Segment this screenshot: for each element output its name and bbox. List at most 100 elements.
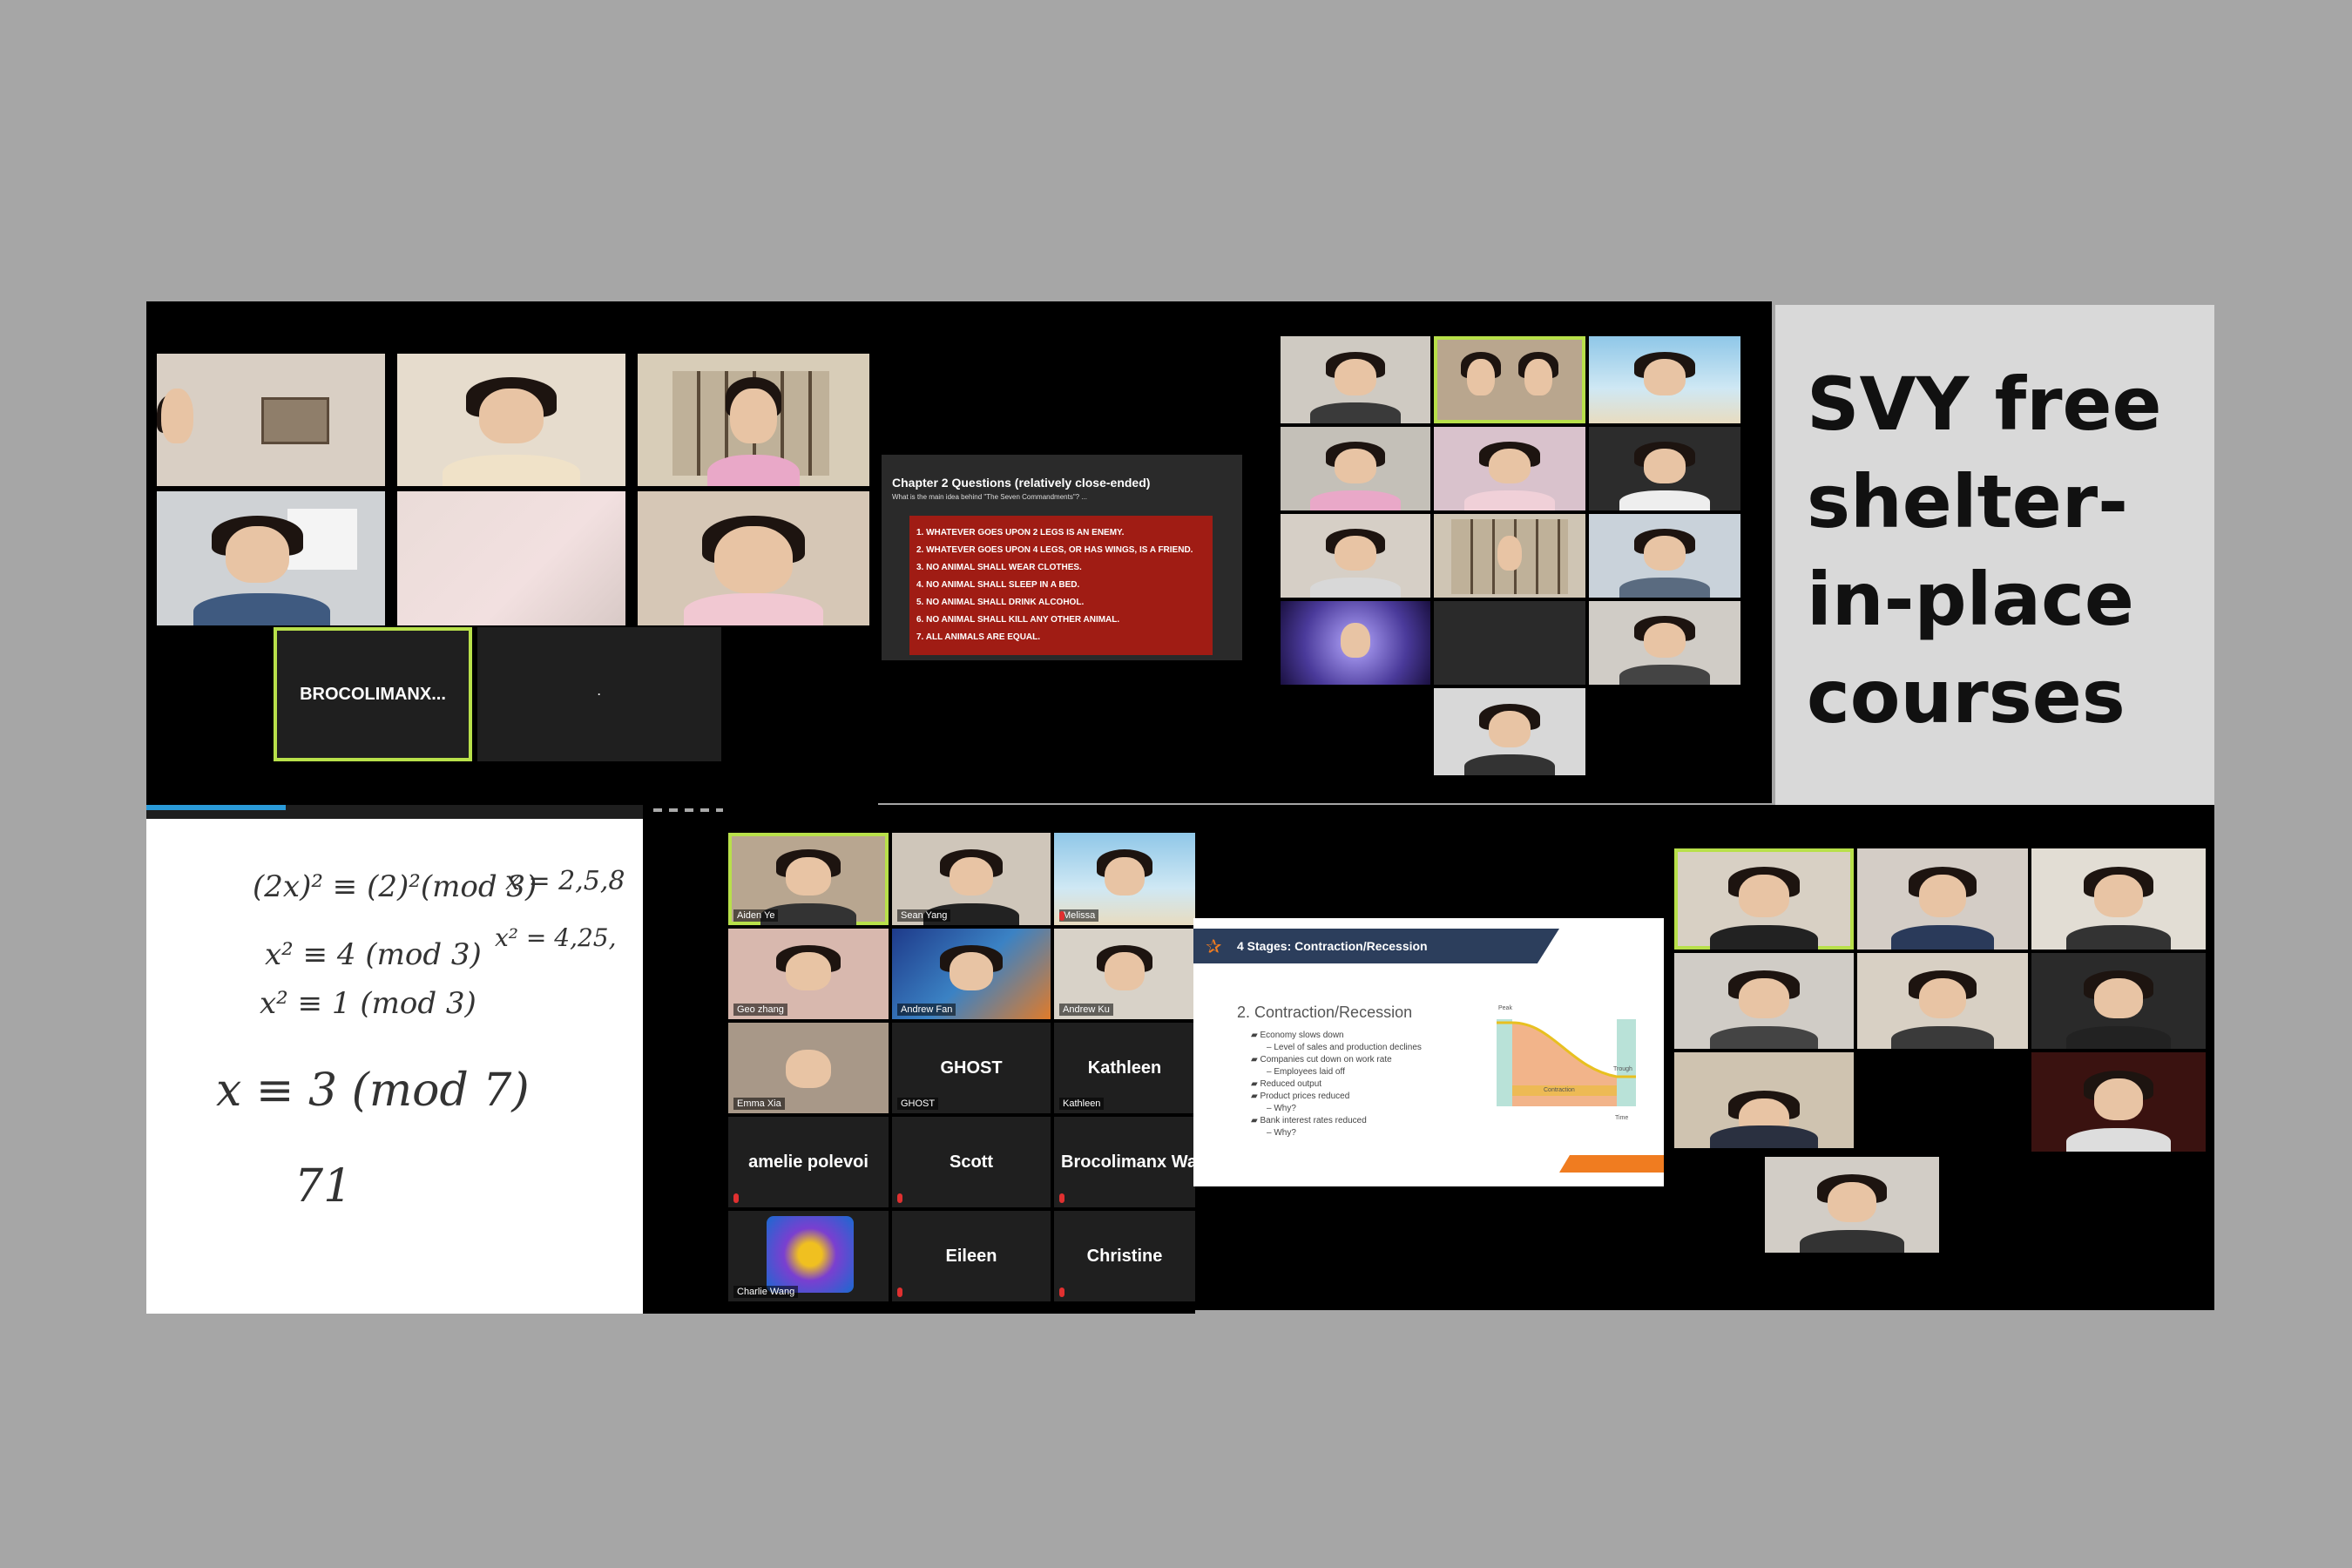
- video-tile[interactable]: [1434, 336, 1585, 423]
- whiteboard-line: 71: [294, 1160, 353, 1213]
- video-tile[interactable]: [1857, 953, 2028, 1049]
- video-tile[interactable]: [1589, 427, 1740, 510]
- commandment: 4. NO ANIMAL SHALL SLEEP IN A BED.: [916, 580, 1080, 590]
- econ-slide: ✰ 4 Stages: Contraction/Recession 2. Con…: [1193, 918, 1664, 1186]
- video-tile[interactable]: Andrew Fan: [892, 929, 1051, 1019]
- star-icon: ✰: [1206, 936, 1222, 957]
- video-tile[interactable]: [1589, 601, 1740, 685]
- video-tile[interactable]: Charlie Wang: [728, 1211, 889, 1301]
- bullet: – Why?: [1267, 1104, 1296, 1113]
- participant-name-tile[interactable]: Eileen: [892, 1211, 1051, 1301]
- bullet: – Level of sales and production declines: [1267, 1043, 1422, 1052]
- video-tile[interactable]: [1434, 427, 1585, 510]
- avatar: [767, 1216, 854, 1293]
- participant-label: GHOST: [940, 1058, 1003, 1078]
- video-tile[interactable]: Aiden Ye: [728, 833, 889, 925]
- mic-muted-icon: [1059, 911, 1064, 921]
- participant-name: Geo zhang: [733, 1004, 787, 1016]
- video-tile[interactable]: [638, 491, 869, 625]
- mic-muted-icon: [733, 1193, 739, 1203]
- video-tile[interactable]: [1434, 688, 1585, 775]
- participant-blank-tile[interactable]: ·: [477, 627, 721, 761]
- video-tile[interactable]: [1674, 1052, 1854, 1148]
- participant-name-tile[interactable]: BROCOLIMANX...: [274, 627, 472, 761]
- video-tile[interactable]: [1281, 514, 1430, 598]
- bullet: ▰ Product prices reduced: [1251, 1092, 1350, 1101]
- participant-name: Andrew Ku: [1059, 1004, 1113, 1016]
- participant-name-tile[interactable]: GHOST GHOST: [892, 1023, 1051, 1113]
- whiteboard-line: x = 2,5,8: [505, 866, 625, 896]
- video-tile[interactable]: [1674, 953, 1854, 1049]
- mic-muted-icon: [1059, 1288, 1064, 1297]
- participant-name-tile[interactable]: Scott: [892, 1117, 1051, 1207]
- video-gallery-bottom-right: [1674, 848, 2207, 1263]
- participant-dot: ·: [598, 688, 601, 700]
- whiteboard-window: (2x)² ≡ (2)²(mod 3) x = 2,5,8 x² ≡ 4 (mo…: [146, 805, 643, 1314]
- video-tile[interactable]: Sean Yang: [892, 833, 1051, 925]
- mic-muted-icon: [1059, 1193, 1064, 1203]
- participant-label: amelie polevoi: [748, 1152, 868, 1172]
- chapter-slide: Chapter 2 Questions (relatively close-en…: [882, 455, 1242, 660]
- participant-name: Charlie Wang: [733, 1286, 799, 1298]
- business-cycle-chart: [1497, 1019, 1636, 1106]
- participant-name-tile[interactable]: amelie polevoi: [728, 1117, 889, 1207]
- video-tile[interactable]: Andrew Ku: [1054, 929, 1195, 1019]
- whiteboard-line: x² ≡ 1 (mod 3): [260, 986, 476, 1021]
- video-gallery-top: [1281, 336, 1742, 777]
- participant-label: Eileen: [945, 1246, 997, 1266]
- video-tile[interactable]: [1589, 336, 1740, 423]
- mic-muted-icon: [897, 1193, 902, 1203]
- video-tile[interactable]: [1765, 1157, 1939, 1253]
- course-banner: SVY free shelter-in-place courses: [1775, 305, 2214, 805]
- participant-name: Emma Xia: [733, 1098, 785, 1110]
- participant-name: Andrew Fan: [897, 1004, 956, 1016]
- slide-header: 4 Stages: Contraction/Recession: [1237, 939, 1428, 953]
- video-tile-blurred[interactable]: [397, 491, 625, 625]
- video-tile-empty[interactable]: [1434, 601, 1585, 685]
- participant-name-tile[interactable]: Brocolimanx Want: [1054, 1117, 1195, 1207]
- bullet: ▰ Bank interest rates reduced: [1251, 1116, 1367, 1125]
- commandment: 5. NO ANIMAL SHALL DRINK ALCOHOL.: [916, 598, 1085, 607]
- participant-name: GHOST: [897, 1098, 939, 1110]
- bullet: – Employees laid off: [1267, 1067, 1345, 1077]
- video-tile[interactable]: [157, 491, 385, 625]
- participant-label: Kathleen: [1087, 1058, 1162, 1078]
- video-tile[interactable]: [1281, 336, 1430, 423]
- zoom-window-1: BROCOLIMANX... ·: [146, 301, 878, 817]
- participant-name-tile[interactable]: Christine: [1054, 1211, 1195, 1301]
- video-tile[interactable]: [2031, 953, 2206, 1049]
- video-tile[interactable]: [1857, 848, 2028, 950]
- commandment: 6. NO ANIMAL SHALL KILL ANY OTHER ANIMAL…: [916, 615, 1120, 625]
- video-tile[interactable]: [1434, 514, 1585, 598]
- participant-name: Sean Yang: [897, 909, 951, 922]
- commandment: 1. WHATEVER GOES UPON 2 LEGS IS AN ENEMY…: [916, 528, 1125, 537]
- chart-peak-label: Peak: [1498, 1005, 1512, 1011]
- video-tile[interactable]: [1281, 427, 1430, 510]
- video-tile[interactable]: [397, 354, 625, 486]
- bullet-list: ▰ Economy slows down – Level of sales an…: [1242, 1030, 1422, 1139]
- slide-title: Chapter 2 Questions (relatively close-en…: [892, 476, 1151, 490]
- whiteboard-line: x ≡ 3 (mod 7): [216, 1064, 530, 1117]
- video-tile[interactable]: Emma Xia: [728, 1023, 889, 1113]
- participant-name-tile[interactable]: Kathleen Kathleen: [1054, 1023, 1195, 1113]
- slide-heading: 2. Contraction/Recession: [1237, 1004, 1413, 1021]
- chart-phase-label: Contraction: [1544, 1087, 1575, 1093]
- video-tile[interactable]: [1281, 601, 1430, 685]
- slide-subtitle: What is the main idea behind "The Seven …: [892, 493, 1088, 501]
- participant-name: Melissa: [1059, 909, 1099, 922]
- bullet: ▰ Economy slows down: [1251, 1031, 1344, 1040]
- video-tile[interactable]: [2031, 1052, 2206, 1152]
- video-tile[interactable]: [638, 354, 869, 486]
- video-tile[interactable]: [1589, 514, 1740, 598]
- whiteboard-line: x² ≡ 4 (mod 3): [265, 937, 482, 972]
- video-tile[interactable]: [1674, 848, 1854, 950]
- chart-time-label: Time: [1615, 1115, 1629, 1121]
- participant-name: Aiden Ye: [733, 909, 779, 922]
- commandment: 2. WHATEVER GOES UPON 4 LEGS, OR HAS WIN…: [916, 545, 1193, 555]
- video-tile[interactable]: Melissa: [1054, 833, 1195, 925]
- video-tile[interactable]: Geo zhang: [728, 929, 889, 1019]
- whiteboard-line: (2x)² ≡ (2)²(mod 3): [253, 869, 537, 904]
- video-tile[interactable]: [157, 354, 385, 486]
- bullet: ▰ Companies cut down on work rate: [1251, 1055, 1392, 1064]
- video-tile[interactable]: [2031, 848, 2206, 950]
